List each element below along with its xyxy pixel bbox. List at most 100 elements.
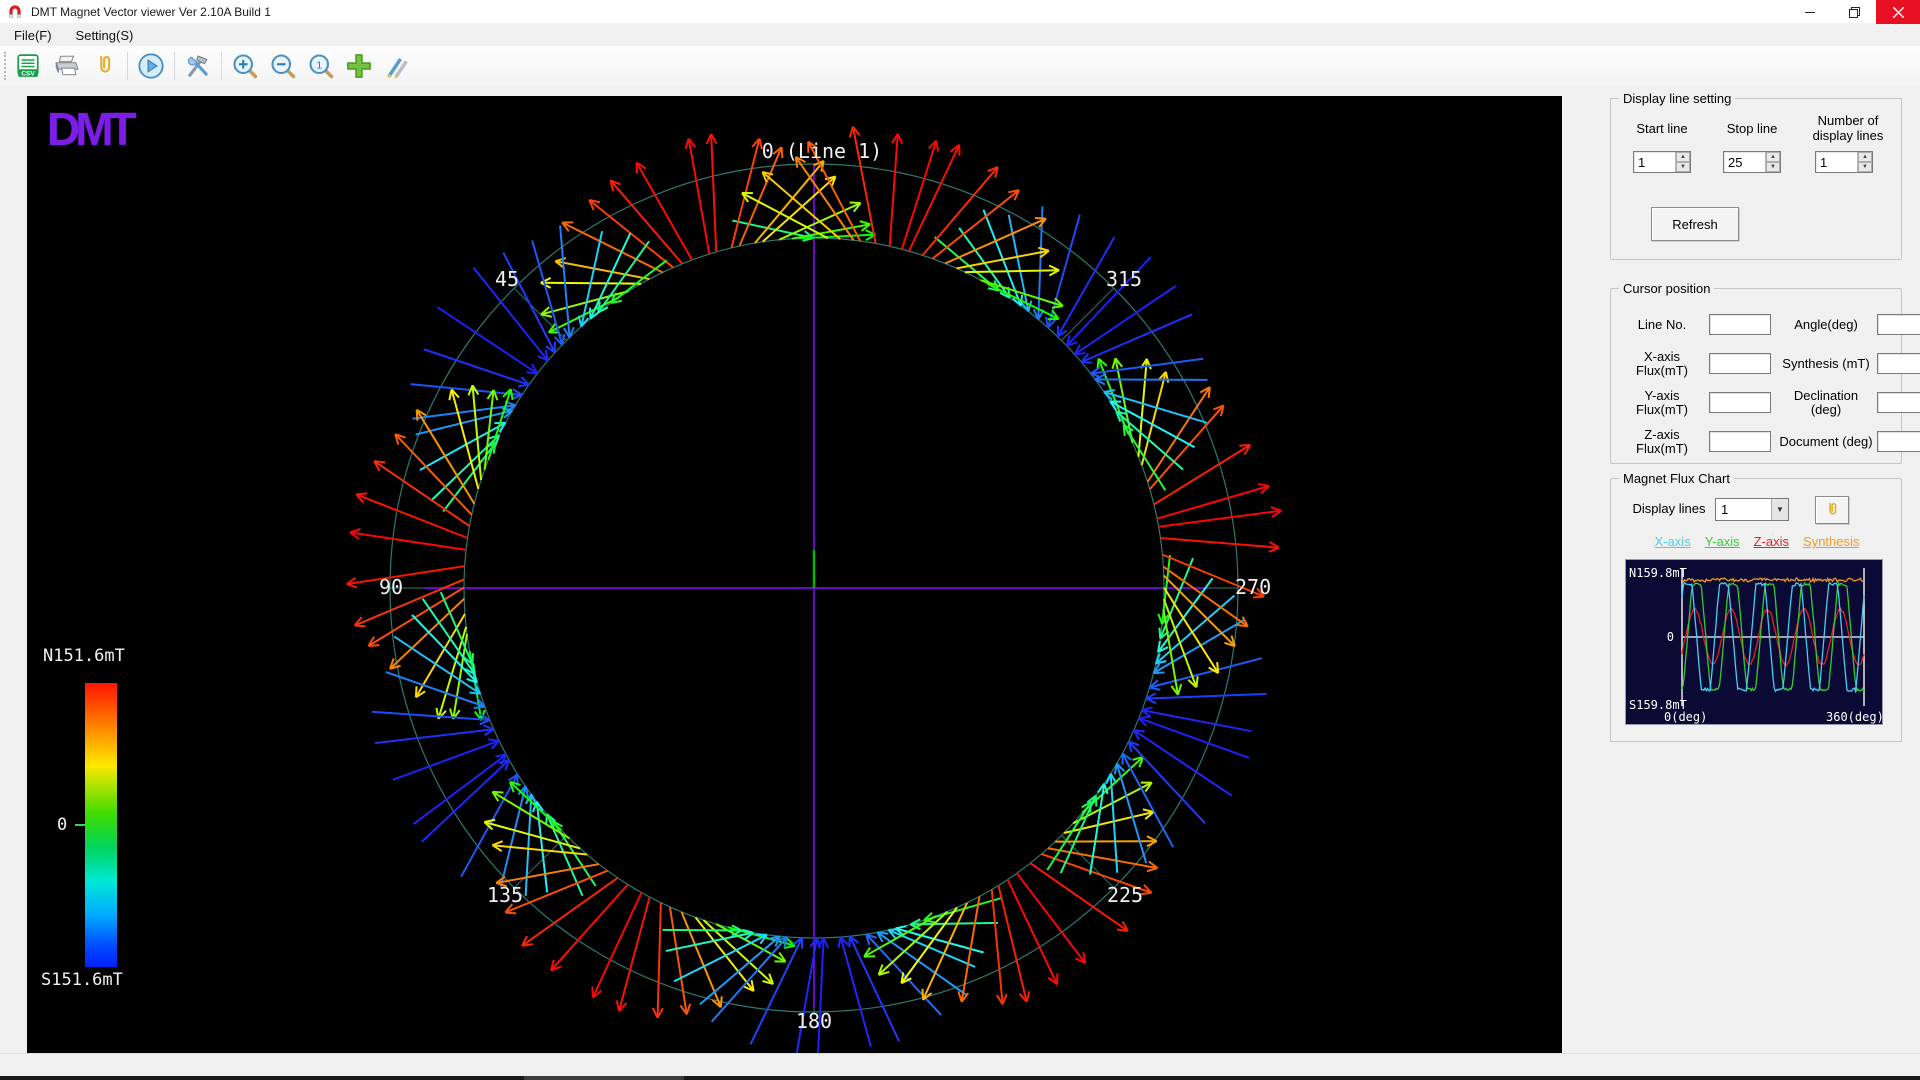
zoom-in-icon — [231, 52, 259, 80]
flux-vector-head — [1271, 507, 1281, 511]
flux-vector — [923, 167, 998, 255]
close-button[interactable] — [1876, 0, 1920, 24]
legend-synthesis-link[interactable]: Synthesis — [1803, 534, 1859, 549]
zoom-original-icon: 1 — [307, 52, 335, 80]
stop-line-spinner[interactable]: 25 ▲▼ — [1723, 151, 1781, 173]
restore-button[interactable] — [1832, 0, 1876, 24]
tools-icon — [184, 52, 212, 80]
flux-vector-head — [350, 529, 360, 532]
flux-vector — [372, 712, 490, 720]
flux-vector — [998, 885, 1026, 1002]
refresh-button[interactable]: Refresh — [1651, 207, 1739, 241]
zoom-original-button[interactable]: 1 — [303, 49, 339, 83]
edit-button[interactable] — [379, 49, 415, 83]
y-top-label: N159.8mT — [1629, 566, 1687, 580]
display-line-setting-group: Display line setting Start line Stop lin… — [1610, 98, 1902, 260]
menu-setting[interactable]: Setting(S) — [66, 26, 144, 45]
pencils-icon — [383, 52, 411, 80]
attach-button[interactable] — [86, 49, 122, 83]
angle-input[interactable] — [1877, 314, 1920, 335]
flux-vector — [593, 893, 642, 998]
display-lines-count-spinner[interactable]: 1 ▲▼ — [1815, 151, 1873, 173]
toolbar-grip[interactable] — [4, 52, 9, 80]
flux-vector — [689, 139, 710, 254]
z-axis-flux-input[interactable] — [1709, 431, 1771, 452]
angle-label-0: 0 (Line 1) — [762, 139, 882, 163]
zoom-out-button[interactable] — [265, 49, 301, 83]
menu-bar: File(F) Setting(S) — [0, 24, 1920, 46]
spin-down-icon[interactable]: ▼ — [1766, 162, 1780, 172]
display-lines-selected-value: 1 — [1716, 499, 1771, 520]
flux-vector — [1116, 411, 1183, 469]
add-button[interactable] — [341, 49, 377, 83]
flux-vector-head — [687, 1004, 690, 1014]
minimize-button[interactable] — [1788, 0, 1832, 24]
group-title: Display line setting — [1619, 91, 1735, 106]
tools-button[interactable] — [180, 49, 216, 83]
angle-label-180: 180 — [796, 1009, 832, 1033]
paperclip-icon — [91, 53, 117, 79]
flux-vector-head — [721, 996, 722, 1007]
flux-vector — [412, 615, 477, 683]
flux-vector — [1150, 658, 1262, 687]
flux-vector — [441, 592, 473, 664]
menu-file[interactable]: File(F) — [4, 26, 62, 45]
angle-label-90: 90 — [379, 575, 403, 599]
flux-vector-head — [1027, 991, 1030, 1002]
synthesis-input[interactable] — [1877, 353, 1920, 374]
flux-vector — [393, 741, 499, 780]
flux-vector-head — [1035, 218, 1046, 219]
wave-synthesis — [1682, 578, 1864, 582]
flux-vector-head — [637, 163, 638, 174]
spin-down-icon[interactable]: ▼ — [1676, 162, 1690, 172]
flux-vector-head — [417, 410, 418, 421]
flux-vector-head — [356, 493, 367, 494]
flux-vector-head — [1075, 353, 1086, 354]
start-line-value[interactable]: 1 — [1634, 152, 1675, 172]
flux-vector — [532, 241, 562, 345]
flux-vector — [700, 936, 780, 1004]
flux-vector — [1160, 538, 1279, 548]
flux-vector — [945, 219, 1046, 264]
line-no-input[interactable] — [1709, 314, 1771, 335]
spin-up-icon[interactable]: ▲ — [1676, 152, 1690, 162]
flux-vector-head — [505, 912, 516, 913]
csv-export-button[interactable]: CSV — [10, 49, 46, 83]
x-axis-flux-input[interactable] — [1709, 353, 1771, 374]
start-line-spinner[interactable]: 1 ▲▼ — [1633, 151, 1691, 173]
flux-vector-head — [492, 841, 502, 845]
spin-up-icon[interactable]: ▲ — [1858, 152, 1872, 162]
toolbar: CSV — [0, 46, 1920, 86]
flux-waveform-chart: N159.8mT0S159.8mT0(deg)360(deg) — [1625, 559, 1883, 725]
zoom-in-button[interactable] — [227, 49, 263, 83]
spin-up-icon[interactable]: ▲ — [1766, 152, 1780, 162]
print-button[interactable] — [48, 49, 84, 83]
spin-down-icon[interactable]: ▼ — [1858, 162, 1872, 172]
legend-z-axis-link[interactable]: Z-axis — [1754, 534, 1789, 549]
flux-vector-head — [1196, 676, 1197, 687]
play-button[interactable] — [133, 49, 169, 83]
y-axis-flux-input[interactable] — [1709, 392, 1771, 413]
flux-vector — [992, 889, 1003, 1004]
declination-input[interactable] — [1877, 392, 1920, 413]
display-lines-select[interactable]: 1 ▼ — [1715, 498, 1789, 521]
flux-vector-head — [1096, 796, 1097, 807]
x-axis-flux-label: X-axis Flux(mT) — [1619, 350, 1705, 378]
close-icon — [1893, 7, 1904, 18]
flux-vector-head — [850, 202, 861, 203]
document-input[interactable] — [1877, 431, 1920, 452]
flux-vector-head — [492, 792, 503, 793]
legend-y-axis-link[interactable]: Y-axis — [1705, 534, 1740, 549]
flux-vector-head — [472, 653, 473, 664]
stop-line-value[interactable]: 25 — [1724, 152, 1765, 172]
flux-vector-head — [784, 946, 795, 948]
dropdown-arrow-icon[interactable]: ▼ — [1771, 499, 1788, 520]
zoom-out-icon — [269, 52, 297, 80]
flux-vector-head — [1239, 445, 1250, 446]
flux-chart-attach-button[interactable] — [1815, 496, 1849, 524]
flux-vector — [1061, 796, 1096, 874]
flux-vector — [1142, 710, 1251, 731]
flux-vector-head — [555, 258, 566, 261]
display-lines-count-value[interactable]: 1 — [1816, 152, 1857, 172]
legend-x-axis-link[interactable]: X-axis — [1655, 534, 1691, 549]
